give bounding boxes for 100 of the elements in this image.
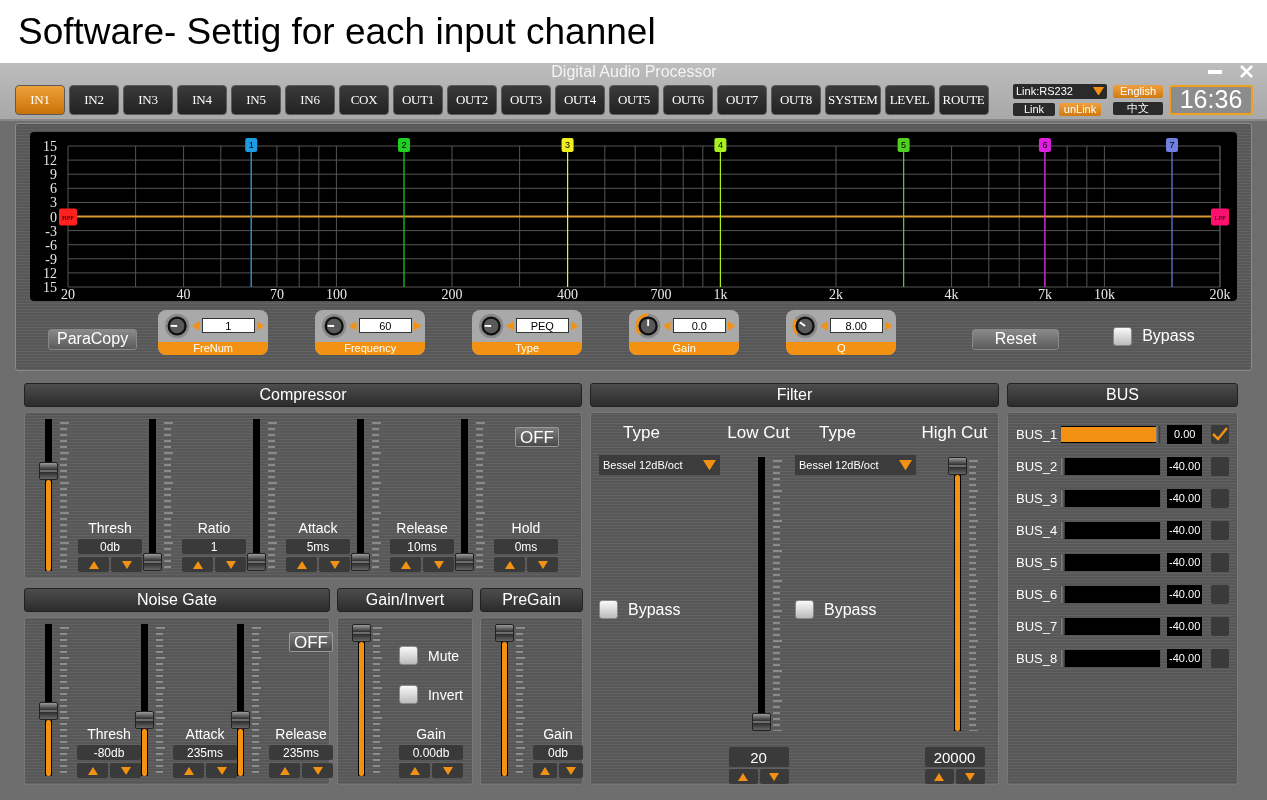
tab[interactable]: LEVEL — [884, 84, 935, 115]
slider[interactable] — [495, 624, 514, 776]
decrease-button[interactable] — [319, 557, 350, 572]
slider-thumb[interactable] — [751, 713, 771, 731]
value-field[interactable]: 8.00 — [829, 318, 883, 333]
value-field[interactable]: PEQ — [515, 318, 569, 333]
slider-thumb[interactable] — [231, 711, 250, 730]
decrease-button[interactable] — [302, 763, 333, 778]
link-button[interactable]: Link — [1013, 102, 1055, 116]
decrease-button[interactable] — [527, 557, 558, 572]
meter-handle[interactable] — [1061, 585, 1066, 603]
checkbox[interactable] — [399, 646, 418, 665]
paracopy-button[interactable]: ParaCopy — [48, 328, 138, 350]
reset-button[interactable]: Reset — [972, 328, 1060, 350]
meter-handle[interactable] — [1061, 521, 1066, 539]
tab[interactable]: IN5 — [231, 84, 281, 115]
filter-type-dropdown[interactable]: Bessel 12dB/oct — [599, 455, 720, 475]
band-marker[interactable]: 2 — [398, 138, 410, 152]
tab[interactable]: ROUTE — [938, 84, 989, 115]
slider[interactable] — [135, 624, 154, 776]
band-marker[interactable]: 6 — [1038, 138, 1051, 152]
checkbox[interactable] — [399, 685, 418, 704]
increase-button[interactable] — [286, 557, 317, 572]
checkbox[interactable] — [795, 600, 814, 619]
increase-button[interactable] — [78, 557, 109, 572]
tab[interactable]: OUT7 — [717, 84, 767, 115]
increase-button[interactable] — [533, 763, 557, 778]
decrease-button[interactable] — [759, 769, 789, 784]
increase-button[interactable] — [728, 769, 758, 784]
bus-checkbox[interactable] — [1210, 520, 1229, 540]
tab[interactable]: OUT8 — [771, 84, 821, 115]
filter-type-dropdown[interactable]: Bessel 12dB/oct — [795, 455, 916, 475]
value-field[interactable]: 0.0 — [672, 318, 726, 333]
increase-button[interactable] — [390, 557, 421, 572]
bus-checkbox[interactable] — [1210, 424, 1229, 444]
slider-thumb[interactable] — [135, 711, 154, 730]
meter-handle[interactable] — [1061, 457, 1066, 475]
decrease-button[interactable] — [206, 763, 237, 778]
language-button[interactable]: 中文 — [1113, 101, 1163, 115]
bus-checkbox[interactable] — [1210, 648, 1229, 668]
slider-thumb[interactable] — [455, 553, 474, 571]
decrease-button[interactable] — [423, 557, 454, 572]
increase-button[interactable] — [924, 769, 954, 784]
decrease-button[interactable] — [215, 557, 246, 572]
bus-checkbox[interactable] — [1210, 456, 1229, 476]
value-field[interactable]: 1 — [201, 318, 255, 333]
slider-thumb[interactable] — [39, 701, 58, 720]
tab[interactable]: SYSTEM — [825, 84, 881, 115]
slider-thumb[interactable] — [495, 624, 514, 642]
tab[interactable]: OUT1 — [393, 84, 443, 115]
meter-handle[interactable] — [1061, 649, 1066, 667]
band-marker[interactable]: 1 — [245, 138, 258, 152]
value-field[interactable]: 60 — [358, 318, 412, 333]
slider[interactable] — [455, 419, 474, 571]
tab[interactable]: COX — [339, 84, 389, 115]
slider-thumb[interactable] — [947, 457, 967, 475]
bus-checkbox[interactable] — [1210, 616, 1229, 636]
increase-button[interactable] — [77, 763, 108, 778]
bus-checkbox[interactable] — [1210, 584, 1229, 604]
slider[interactable] — [351, 419, 370, 571]
slider-thumb[interactable] — [247, 553, 266, 571]
tab[interactable]: OUT3 — [501, 84, 551, 115]
band-marker[interactable]: 7 — [1166, 138, 1178, 152]
increase-button[interactable] — [182, 557, 213, 572]
tab[interactable]: OUT2 — [447, 84, 497, 115]
port-dropdown[interactable]: Link:RS232 — [1013, 83, 1107, 99]
tab[interactable]: OUT4 — [555, 84, 605, 115]
tab[interactable]: IN3 — [123, 84, 173, 115]
off-button[interactable]: OFF — [289, 632, 333, 652]
slider[interactable] — [751, 457, 771, 731]
knob[interactable] — [635, 311, 662, 340]
increase-button[interactable] — [399, 763, 430, 778]
slider-thumb[interactable] — [143, 553, 162, 571]
checkbox[interactable] — [599, 600, 618, 619]
tab[interactable]: OUT5 — [609, 84, 659, 115]
tab[interactable]: IN2 — [69, 84, 119, 115]
slider-thumb[interactable] — [39, 461, 58, 480]
slider[interactable] — [231, 624, 250, 776]
decrease-button[interactable] — [111, 557, 142, 572]
meter-handle[interactable] — [1155, 425, 1160, 443]
meter-handle[interactable] — [1061, 489, 1066, 507]
knob[interactable] — [792, 311, 819, 340]
meter-handle[interactable] — [1061, 617, 1066, 635]
decrease-button[interactable] — [955, 769, 985, 784]
checkbox[interactable] — [1113, 326, 1133, 346]
slider[interactable] — [947, 457, 967, 731]
increase-button[interactable] — [173, 763, 204, 778]
slider[interactable] — [352, 624, 371, 776]
band-marker[interactable]: 5 — [897, 138, 910, 152]
slider-thumb[interactable] — [351, 553, 370, 571]
decrease-button[interactable] — [110, 763, 141, 778]
knob[interactable] — [164, 311, 191, 340]
band-marker[interactable]: 4 — [714, 138, 727, 152]
decrease-button[interactable] — [559, 763, 583, 778]
slider[interactable] — [39, 419, 58, 571]
increase-button[interactable] — [494, 557, 525, 572]
bus-checkbox[interactable] — [1210, 552, 1229, 572]
band-marker[interactable]: 3 — [561, 138, 574, 152]
slider[interactable] — [143, 419, 162, 571]
off-button[interactable]: OFF — [515, 427, 559, 447]
